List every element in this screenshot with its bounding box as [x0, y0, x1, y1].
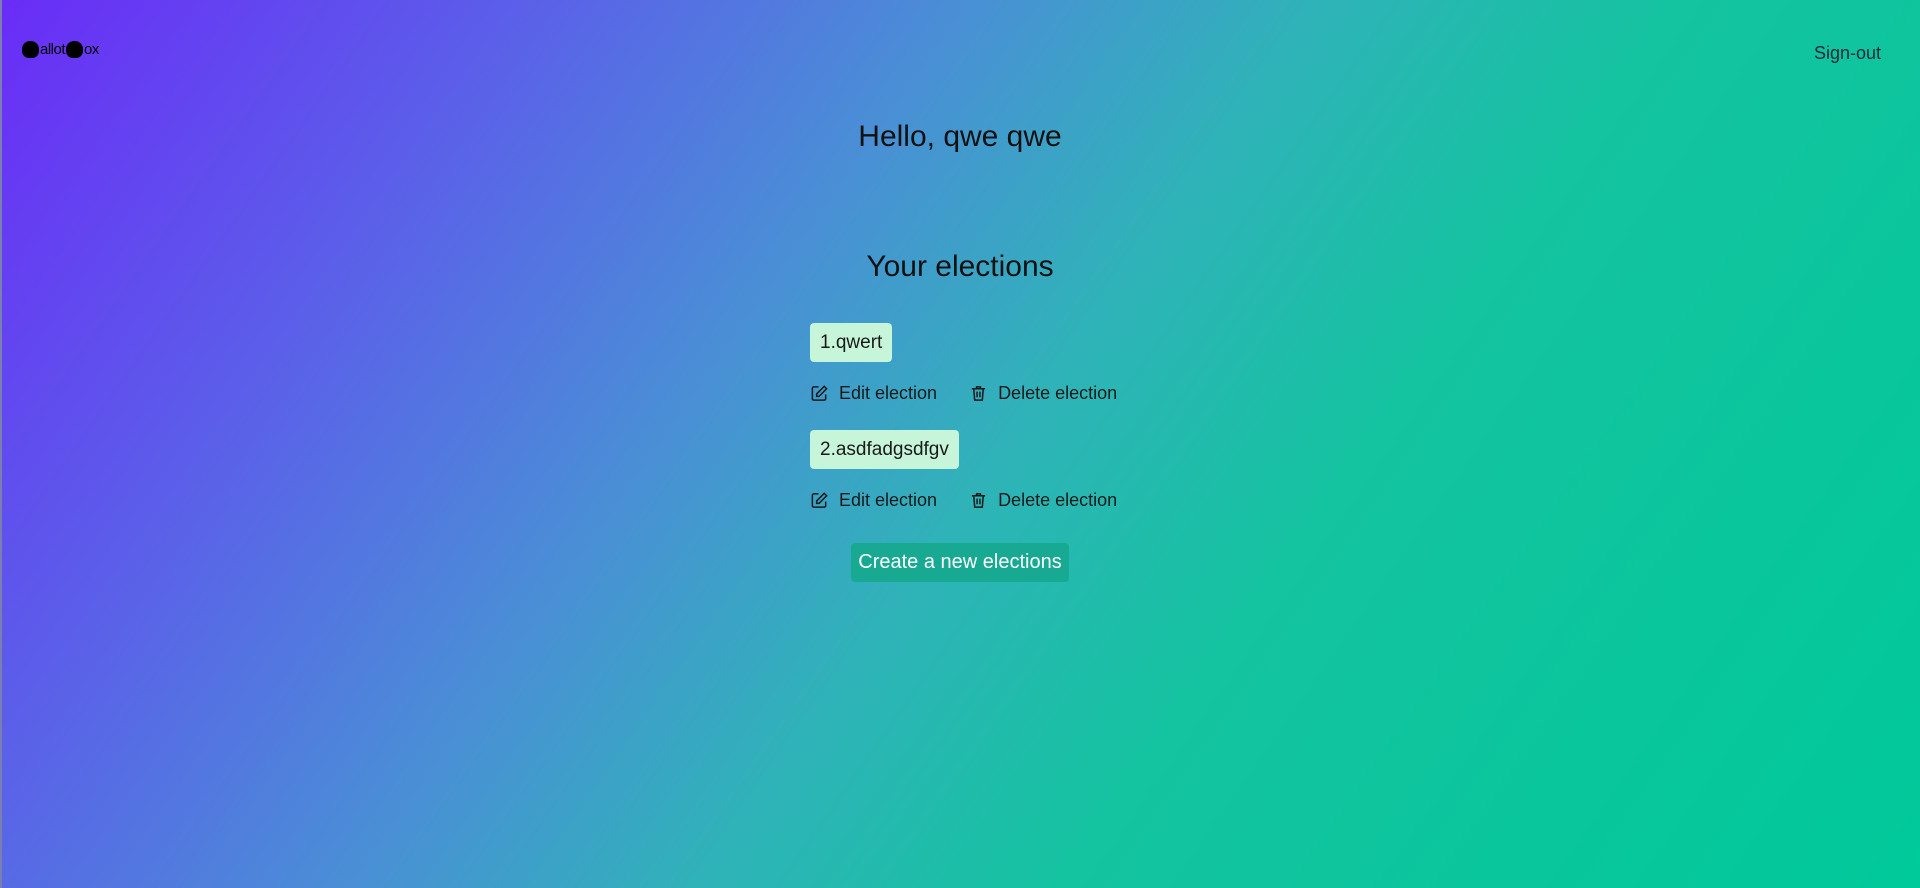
edit-election-button[interactable]: Edit election: [810, 490, 937, 511]
election-name[interactable]: 1.qwert: [810, 323, 893, 362]
logo-text-ox: ox: [84, 41, 99, 58]
ballotbox-logo[interactable]: B allot B ox: [22, 41, 100, 58]
delete-election-label: Delete election: [998, 489, 1118, 510]
election-actions: Edit election Delete election: [810, 489, 1230, 511]
logo-letter-b2: B: [66, 41, 84, 58]
elections-list: 1.qwert Edit election Delete election 2.…: [810, 323, 1230, 537]
election-item: 2.asdfadgsdfgv Edit election Delete elec…: [810, 430, 1230, 511]
election-name[interactable]: 2.asdfadgsdfgv: [810, 430, 959, 469]
create-election-button[interactable]: Create a new elections: [851, 543, 1069, 582]
trash-icon: [971, 492, 986, 508]
edit-election-label: Edit election: [839, 489, 938, 510]
delete-election-label: Delete election: [998, 382, 1118, 403]
trash-icon: [971, 385, 986, 401]
sign-out-link[interactable]: Sign-out: [1814, 43, 1881, 64]
greeting-heading: Hello, qwe qwe: [858, 120, 1062, 153]
elections-section-title: Your elections: [866, 250, 1054, 283]
delete-election-button[interactable]: Delete election: [969, 490, 1117, 511]
pencil-square-icon: [811, 384, 828, 401]
pencil-square-icon: [811, 491, 828, 508]
election-item: 1.qwert Edit election Delete election: [810, 323, 1230, 404]
election-actions: Edit election Delete election: [810, 382, 1230, 404]
delete-election-button[interactable]: Delete election: [969, 383, 1117, 404]
edit-election-label: Edit election: [839, 382, 938, 403]
logo-text-allot: allot: [40, 41, 66, 58]
logo-letter-b1: B: [22, 41, 39, 58]
edit-election-button[interactable]: Edit election: [810, 383, 937, 404]
